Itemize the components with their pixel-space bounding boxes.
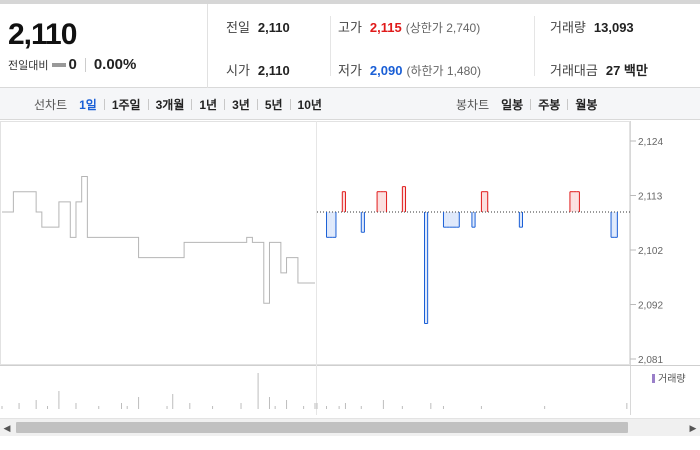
stats-panel: 전일 2,110 고가 2,115 (상한가 2,740) 거래량 13,093… <box>208 4 700 88</box>
divider <box>534 16 535 76</box>
chart-toolbar: 선차트 1일 1주일 3개월 1년 3년 5년 10년 봉차트 일봉 주봉 월봉 <box>0 88 700 120</box>
period-tab-4[interactable]: 3년 <box>232 96 250 113</box>
stat-amount: 거래대금 27 백만 <box>550 60 648 79</box>
divider <box>567 98 569 110</box>
divider <box>103 98 105 110</box>
change-value: 0 <box>68 56 77 73</box>
stat-value: 13,093 <box>593 20 634 35</box>
volume-legend-label: 거래량 <box>658 373 686 385</box>
candle-chart-title: 봉차트 <box>456 97 490 112</box>
y-tick-label: 2,081 <box>638 355 663 366</box>
change-row: 전일대비 0 0.00% <box>8 56 136 73</box>
plot-frame <box>0 121 630 365</box>
period-tab-2[interactable]: 3개월 <box>156 96 185 113</box>
volume-legend-swatch <box>652 374 655 383</box>
down-fill <box>449 211 453 228</box>
price-block: 2,110 전일대비 0 0.00% <box>0 4 208 88</box>
quote-summary: 2,110 전일대비 0 0.00% 전일 2,110 고가 2,115 (상한… <box>0 0 700 88</box>
stat-value: 2,110 <box>257 20 290 35</box>
change-percent: 0.00% <box>93 56 137 73</box>
stat-label: 고가 <box>338 20 362 35</box>
line-chart-periods: 선차트 1일 1주일 3개월 1년 3년 5년 10년 <box>34 88 322 120</box>
intraday-chart: 2,124 2,113 2,102 2,092 2,081 거래량 <box>0 121 700 415</box>
divider <box>289 98 291 110</box>
stat-value: 2,110 <box>257 63 290 78</box>
divider <box>84 57 86 72</box>
stat-label: 전일 <box>226 20 250 35</box>
current-price: 2,110 <box>8 18 77 51</box>
stat-sub: (상한가 2,740) <box>405 21 481 35</box>
scroll-thumb[interactable] <box>16 422 628 433</box>
stat-label: 거래대금 <box>550 63 598 78</box>
candle-tab-2[interactable]: 월봉 <box>575 96 597 113</box>
scroll-left-icon[interactable]: ◀ <box>2 422 12 434</box>
divider <box>191 98 193 110</box>
candle-tab-1[interactable]: 주봉 <box>538 96 560 113</box>
period-tab-6[interactable]: 10년 <box>298 96 322 113</box>
y-tick-label: 2,124 <box>638 137 663 148</box>
divider <box>147 98 149 110</box>
stat-label: 저가 <box>338 63 362 78</box>
stat-label: 시가 <box>226 63 250 78</box>
down-fill <box>452 211 457 228</box>
y-tick-label: 2,092 <box>638 301 663 312</box>
stat-prev-close: 전일 2,110 <box>226 17 290 36</box>
stat-value: 2,090 <box>369 63 403 78</box>
divider <box>256 98 258 110</box>
candle-tab-0[interactable]: 일봉 <box>501 96 523 113</box>
candle-chart-periods: 봉차트 일봉 주봉 월봉 <box>456 88 597 120</box>
flat-change-icon <box>52 62 67 67</box>
up-fill <box>380 191 384 212</box>
divider <box>224 98 226 110</box>
stat-value: 2,115 <box>369 20 402 35</box>
period-tab-3[interactable]: 1년 <box>199 96 217 113</box>
stat-high: 고가 2,115 (상한가 2,740) <box>338 17 480 36</box>
stat-sub: (하한가 1,480) <box>406 64 481 78</box>
divider <box>330 16 331 76</box>
chart-canvas: 2,124 2,113 2,102 2,092 2,081 거래량 <box>0 121 700 415</box>
period-tab-1[interactable]: 1주일 <box>112 96 141 113</box>
stat-low: 저가 2,090 (하한가 1,480) <box>338 60 481 79</box>
y-tick-label: 2,102 <box>638 246 663 257</box>
prev-day-series <box>2 175 315 304</box>
down-fill <box>446 211 450 228</box>
period-tab-5[interactable]: 5년 <box>265 96 283 113</box>
divider <box>530 98 532 110</box>
scroll-right-icon[interactable]: ▶ <box>688 422 698 434</box>
stat-open: 시가 2,110 <box>226 60 290 79</box>
up-fill <box>573 191 577 212</box>
y-tick-label: 2,113 <box>638 192 663 203</box>
stat-value: 27 백만 <box>605 63 648 78</box>
stat-volume: 거래량 13,093 <box>550 17 634 36</box>
stat-label: 거래량 <box>550 20 586 35</box>
horizontal-scrollbar[interactable]: ◀ ▶ <box>0 418 700 436</box>
change-label: 전일대비 <box>8 59 49 72</box>
down-fill <box>329 211 333 238</box>
period-tab-0[interactable]: 1일 <box>79 96 97 113</box>
line-chart-title: 선차트 <box>34 97 68 112</box>
